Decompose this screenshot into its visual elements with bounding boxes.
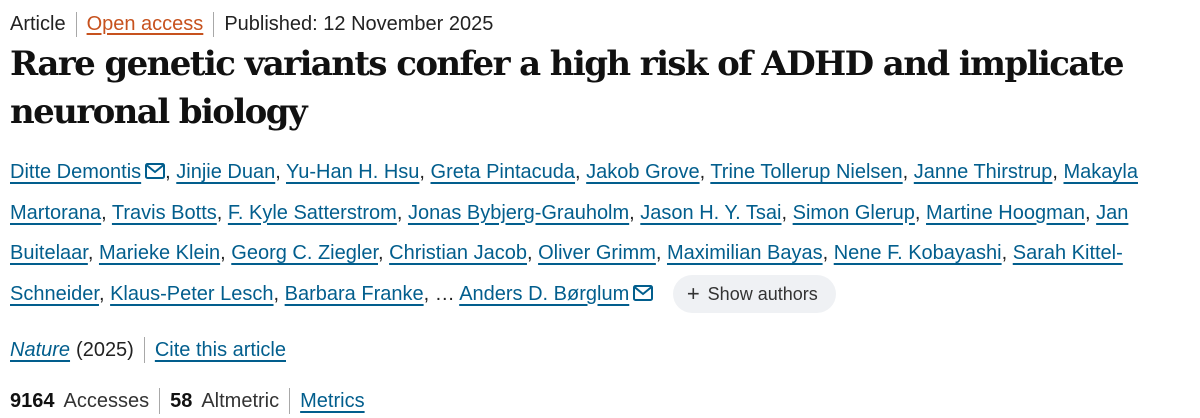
author-item: Simon Glerup, [792,201,927,224]
published-date: Published: 12 November 2025 [224,12,494,35]
accesses-count: 9164 [10,389,55,412]
author-link[interactable]: F. Kyle Satterstrom [228,202,397,224]
author-link[interactable]: Anders D. Børglum [459,283,629,305]
altmetric-label: Altmetric [201,389,280,412]
author-item: Janne Thirstrup, [913,161,1064,183]
citation-row: Nature (2025) Cite this article [10,337,286,363]
accesses-label: Accesses [63,389,150,412]
author-link[interactable]: Georg C. Ziegler [231,242,378,264]
author-link[interactable]: Nene F. Kobayashi [834,242,1002,264]
envelope-icon[interactable] [145,163,166,179]
author-item: Jinjie Duan, [176,161,286,183]
article-title: Rare genetic variants confer a high risk… [10,44,1125,132]
author-link[interactable]: Ditte Demontis [10,161,141,183]
author-link[interactable]: Yu-Han H. Hsu [286,161,419,183]
author-item: Christian Jacob, [389,242,539,264]
author-link[interactable]: Trine Tollerup Nielsen [710,161,902,183]
article-type: Article [10,12,66,35]
cite-article-link[interactable]: Cite this article [155,339,286,362]
author-link[interactable]: Greta Pintacuda [431,161,576,183]
author-link[interactable]: Barbara Franke [285,283,424,305]
plus-icon: + [686,281,700,307]
metrics-row: 9164 Accesses 58 Altmetric Metrics [10,388,365,414]
author-list: Ditte Demontis, Jinjie Duan, Yu-Han H. H… [10,152,1195,314]
publication-year: (2025) [76,338,134,361]
author-link[interactable]: Marieke Klein [99,242,220,264]
open-access-link[interactable]: Open access [87,13,204,36]
divider [213,11,215,37]
author-item: Anders D. Børglum [459,283,654,305]
altmetric-count: 58 [170,389,193,412]
author-item: Yu-Han H. Hsu, [286,161,431,183]
author-link[interactable]: Jakob Grove [586,161,699,183]
author-link[interactable]: Travis Botts [112,202,217,224]
show-authors-label: Show authors [707,283,818,304]
author-link[interactable]: Oliver Grimm [538,242,656,264]
author-item: Jakob Grove, [586,161,711,183]
author-link[interactable]: Maximilian Bayas [667,242,823,264]
show-authors-button[interactable]: + Show authors [672,275,836,314]
journal-link[interactable]: Nature [10,339,70,362]
article-meta-row: Article Open access Published: 12 Novemb… [10,11,493,37]
author-item: Maximilian Bayas, [666,242,834,264]
author-item: Barbara Franke, [284,282,435,305]
author-item: Jason H. Y. Tsai, [640,201,793,224]
author-link[interactable]: Jinjie Duan [176,161,275,183]
author-link[interactable]: Jason H. Y. Tsai [640,202,781,224]
divider [159,388,161,414]
metrics-link[interactable]: Metrics [300,390,364,413]
author-link[interactable]: Klaus-Peter Lesch [110,283,273,305]
author-item: Martine Hoogman, [926,201,1097,224]
divider [289,388,291,414]
author-item: Nene F. Kobayashi, [833,242,1013,264]
envelope-icon[interactable] [633,284,654,301]
author-item: Travis Botts, [111,201,228,224]
author-item: Trine Tollerup Nielsen, [710,161,914,183]
author-link[interactable]: Martine Hoogman [926,202,1085,224]
divider [143,337,145,363]
author-item: F. Kyle Satterstrom, [227,201,408,224]
authors-ellipsis: … [434,282,455,305]
author-item: Georg C. Ziegler, [231,242,390,264]
author-link[interactable]: Simon Glerup [793,202,915,224]
author-link[interactable]: Christian Jacob [389,242,527,264]
author-item: Jonas Bybjerg-Grauholm, [407,201,641,224]
author-item: Oliver Grimm, [538,242,667,264]
divider [75,11,77,37]
author-item: Ditte Demontis, [10,161,177,183]
author-item: Klaus-Peter Lesch, [110,282,285,305]
author-item: Marieke Klein, [98,242,232,264]
author-link[interactable]: Jonas Bybjerg-Grauholm [408,202,629,224]
author-link[interactable]: Janne Thirstrup [914,161,1053,183]
author-item: Greta Pintacuda, [430,161,587,183]
